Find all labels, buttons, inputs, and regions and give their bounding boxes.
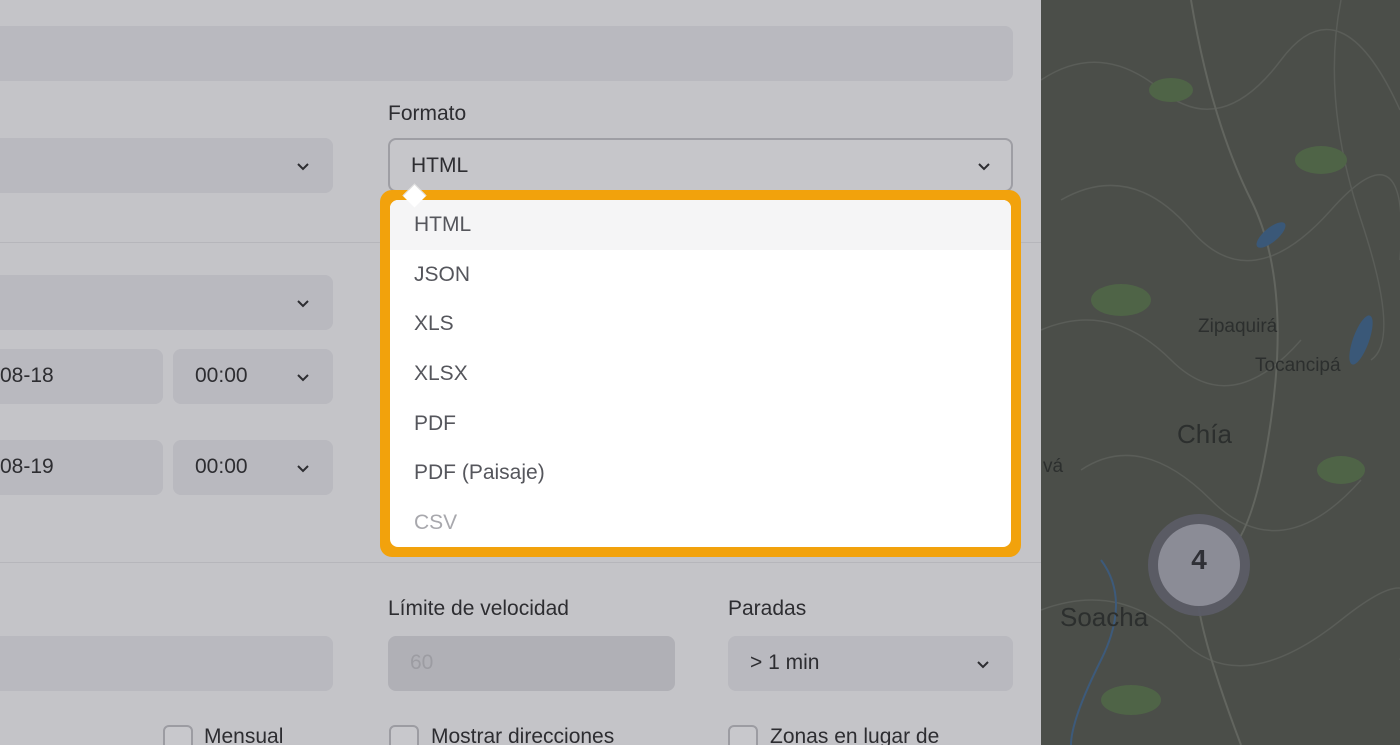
map-view[interactable]	[1041, 0, 1400, 745]
option-label: JSON	[414, 263, 471, 286]
left-bottom-input[interactable]	[0, 636, 333, 691]
option-label: XLS	[414, 312, 454, 335]
map-label-soacha: Soacha	[1060, 602, 1149, 632]
stops-value: > 1 min	[750, 651, 820, 674]
format-option-pdf-landscape[interactable]: PDF (Paisaje)	[390, 448, 1011, 498]
format-select-value: HTML	[411, 154, 469, 177]
map-label-chia: Chía	[1177, 419, 1232, 449]
chevron-down-icon	[978, 163, 990, 171]
zones-label: Zonas en lugar de	[770, 725, 940, 745]
map-label-partial: vá	[1043, 456, 1064, 477]
time-to-select[interactable]: 00:00	[173, 440, 333, 495]
date-from-value: 08-18	[0, 364, 54, 387]
map-label-zipaquira: Zipaquirá	[1198, 316, 1278, 337]
format-option-csv[interactable]: CSV	[390, 498, 1011, 547]
chevron-down-icon	[297, 163, 309, 171]
date-to-value: 08-19	[0, 455, 54, 478]
map-cluster-count: 4	[1191, 544, 1207, 575]
report-type-select[interactable]	[0, 138, 333, 193]
format-dropdown-list: HTML JSON XLS XLSX PDF PDF (Paisaje) CSV	[390, 200, 1011, 547]
monthly-checkbox[interactable]	[163, 725, 193, 745]
option-label: PDF (Paisaje)	[414, 461, 545, 484]
option-label: PDF	[414, 412, 456, 435]
stops-select[interactable]: > 1 min	[728, 636, 1013, 691]
time-to-value: 00:00	[195, 455, 248, 478]
speed-limit-input[interactable]: 60	[388, 636, 675, 691]
format-select[interactable]: HTML	[388, 138, 1013, 192]
date-to-input[interactable]: 08-19	[0, 440, 163, 495]
zones-checkbox[interactable]	[728, 725, 758, 745]
option-label: XLSX	[414, 362, 468, 385]
map-terrain	[1041, 0, 1400, 745]
format-label: Formato	[388, 102, 467, 125]
format-option-pdf[interactable]: PDF	[390, 399, 1011, 449]
show-addresses-label: Mostrar direcciones	[431, 725, 615, 745]
chevron-down-icon	[297, 300, 309, 308]
stops-label: Paradas	[728, 597, 807, 620]
option-label: CSV	[414, 511, 458, 534]
chevron-down-icon	[977, 661, 989, 669]
object-select[interactable]	[0, 275, 333, 330]
section-divider	[0, 562, 1041, 563]
chevron-down-icon	[297, 374, 309, 382]
show-addresses-checkbox[interactable]	[389, 725, 419, 745]
format-option-html[interactable]: HTML	[390, 200, 1011, 250]
format-option-json[interactable]: JSON	[390, 250, 1011, 300]
format-option-xlsx[interactable]: XLSX	[390, 349, 1011, 399]
time-from-select[interactable]: 00:00	[173, 349, 333, 404]
monthly-label: Mensual	[204, 725, 284, 745]
format-option-xls[interactable]: XLS	[390, 299, 1011, 349]
speed-limit-placeholder: 60	[410, 651, 434, 674]
option-label: HTML	[414, 213, 472, 236]
chevron-down-icon	[297, 465, 309, 473]
date-from-input[interactable]: 08-18	[0, 349, 163, 404]
time-from-value: 00:00	[195, 364, 248, 387]
speed-limit-label: Límite de velocidad	[388, 597, 569, 620]
top-field[interactable]	[0, 26, 1013, 81]
map-label-tocancipa: Tocancipá	[1255, 355, 1341, 376]
format-dropdown-menu: HTML JSON XLS XLSX PDF PDF (Paisaje) CSV	[380, 190, 1021, 557]
